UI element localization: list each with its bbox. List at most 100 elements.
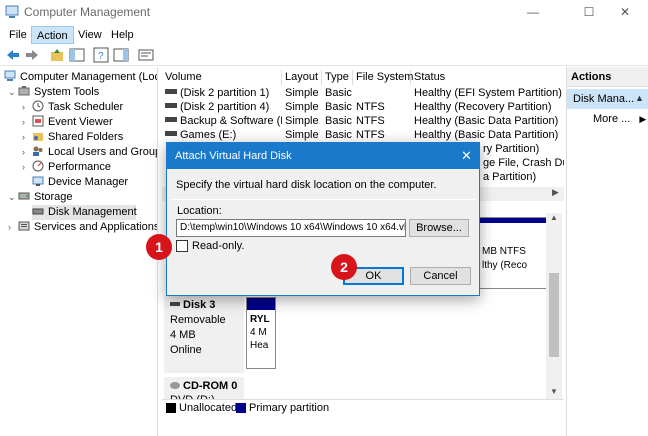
tree-item-system-tools[interactable]: ⌄ System Tools xyxy=(8,85,99,100)
disk-management-icon xyxy=(32,208,44,215)
primary-partition-swatch xyxy=(236,403,246,413)
up-folder-icon[interactable] xyxy=(49,47,65,63)
menu-view[interactable]: View xyxy=(73,26,107,44)
cell-status: Healthy (Basic Data Partition) xyxy=(414,129,559,141)
tree-item-root[interactable]: Computer Management (Local xyxy=(4,70,157,85)
partition-status-label: lthy (Reco xyxy=(482,260,528,271)
scroll-up-icon[interactable]: ▲ xyxy=(550,213,558,222)
location-label: Location: xyxy=(177,205,222,217)
tree-item-task-scheduler[interactable]: › Task Scheduler xyxy=(22,100,123,115)
services-icon xyxy=(18,221,30,231)
menu-help[interactable]: Help xyxy=(106,26,139,44)
column-header-type[interactable]: Type xyxy=(322,70,353,85)
scrollbar-thumb[interactable] xyxy=(549,273,559,357)
actions-disk-management[interactable]: Disk Mana... ▲ xyxy=(567,89,648,109)
actions-more[interactable]: More ... ▶ xyxy=(593,113,646,125)
callout-badge-2: 2 xyxy=(331,254,357,280)
scroll-down-icon[interactable]: ▼ xyxy=(550,387,558,396)
cell-type: Basic xyxy=(325,87,352,99)
chevron-down-icon[interactable]: ⌄ xyxy=(8,85,18,100)
properties-icon[interactable] xyxy=(138,47,154,63)
dialog-close-icon[interactable]: ✕ xyxy=(461,148,472,164)
chevron-right-icon[interactable]: › xyxy=(22,130,32,145)
minimize-button[interactable]: — xyxy=(510,0,556,24)
tree-label-services: Services and Applications xyxy=(34,221,158,233)
cdrom-info[interactable]: CD-ROM 0 DVD (D:) xyxy=(164,377,244,399)
tree-label-shared-folders: Shared Folders xyxy=(48,131,124,143)
cdrom-title: CD-ROM 0 xyxy=(170,380,237,392)
divider xyxy=(171,199,476,200)
location-input[interactable]: D:\temp\win10\Windows 10 x64\Windows 10 … xyxy=(176,219,406,237)
column-header-layout[interactable]: Layout xyxy=(282,70,322,85)
cell-status: Healthy (EFI System Partition) xyxy=(414,87,562,99)
tree-item-disk-management[interactable]: Disk Management xyxy=(32,205,137,220)
menu-action[interactable]: Action xyxy=(31,26,74,44)
back-arrow-icon[interactable] xyxy=(5,47,21,63)
title-bar: Computer Management — ☐ ✕ xyxy=(0,0,648,24)
chevron-right-icon[interactable]: › xyxy=(22,160,32,175)
cell-volume: (Disk 2 partition 1) xyxy=(162,86,282,100)
chevron-right-icon[interactable]: › xyxy=(22,100,32,115)
device-manager-icon xyxy=(32,176,44,186)
vertical-scrollbar[interactable]: ▲ ▼ xyxy=(546,213,562,399)
close-button[interactable]: ✕ xyxy=(602,0,648,24)
primary-partition-bar xyxy=(247,298,275,310)
window-title: Computer Management xyxy=(24,5,151,19)
column-header-status[interactable]: Status xyxy=(411,70,564,85)
dialog-instruction: Specify the virtual hard disk location o… xyxy=(176,179,437,191)
actions-header: Actions xyxy=(567,67,648,87)
column-header-filesystem[interactable]: File System xyxy=(353,70,413,85)
unallocated-swatch xyxy=(166,403,176,413)
disk-3-info[interactable]: Disk 3 Removable 4 MB Online xyxy=(164,295,244,373)
toolbar: ? xyxy=(0,44,648,66)
readonly-checkbox[interactable] xyxy=(176,240,188,252)
computer-management-icon xyxy=(5,5,19,18)
tree-item-storage[interactable]: ⌄ Storage xyxy=(8,190,73,205)
help-icon[interactable]: ? xyxy=(93,47,109,63)
dialog-title-bar: Attach Virtual Hard Disk ✕ xyxy=(167,143,479,169)
cell-status: Healthy (Recovery Partition) xyxy=(414,101,552,113)
storage-icon xyxy=(18,192,30,200)
readonly-label: Read-only. xyxy=(192,240,245,252)
cell-volume: Backup & Software (F:) xyxy=(162,114,282,128)
show-hide-tree-icon[interactable] xyxy=(69,47,85,63)
tree-item-device-manager[interactable]: Device Manager xyxy=(32,175,128,190)
forward-arrow-icon[interactable] xyxy=(24,47,40,63)
tree-item-local-users[interactable]: › Local Users and Groups xyxy=(22,145,158,160)
cell-layout: Simple xyxy=(285,129,319,141)
users-icon xyxy=(33,146,43,156)
actions-more-label: More ... xyxy=(593,113,631,125)
actions-pane: Actions Disk Mana... ▲ More ... ▶ xyxy=(566,67,648,436)
column-header-volume[interactable]: Volume xyxy=(162,70,282,85)
chevron-right-icon[interactable]: › xyxy=(8,220,18,235)
collapse-up-icon[interactable]: ▲ xyxy=(635,93,644,103)
chevron-right-icon[interactable]: › xyxy=(22,145,32,160)
cancel-button[interactable]: Cancel xyxy=(410,267,471,285)
cdrom-icon xyxy=(170,382,180,389)
table-row[interactable]: (Disk 2 partition 1) Simple Basic Health… xyxy=(162,86,564,100)
disk-3-type: Removable xyxy=(170,314,226,326)
tree-item-event-viewer[interactable]: › Event Viewer xyxy=(22,115,113,130)
chevron-right-icon[interactable]: › xyxy=(22,115,32,130)
tree-label-performance: Performance xyxy=(48,161,111,173)
browse-button[interactable]: Browse... xyxy=(409,219,469,237)
tree-item-performance[interactable]: › Performance xyxy=(22,160,111,175)
tree-item-shared-folders[interactable]: › Shared Folders xyxy=(22,130,123,145)
tree-item-services[interactable]: › Services and Applications xyxy=(8,220,158,235)
partition-block[interactable]: MB NTFS lthy (Reco xyxy=(478,217,548,289)
disk-3-partition[interactable]: RYL 4 M Hea xyxy=(246,297,276,369)
disk-3-title: Disk 3 xyxy=(170,299,215,311)
partition-name: RYL xyxy=(250,314,270,325)
chevron-down-icon[interactable]: ⌄ xyxy=(8,190,18,205)
menu-file[interactable]: File xyxy=(4,26,32,44)
cell-type: Basic xyxy=(325,129,352,141)
scroll-right-icon[interactable]: ▶ xyxy=(552,187,559,198)
show-hide-action-pane-icon[interactable] xyxy=(113,47,129,63)
cell-volume: Games (E:) xyxy=(162,128,282,142)
dialog-title: Attach Virtual Hard Disk xyxy=(175,150,292,162)
table-row[interactable]: (Disk 2 partition 4) Simple Basic NTFS H… xyxy=(162,100,564,114)
tree-label-local-users: Local Users and Groups xyxy=(48,146,158,158)
table-row[interactable]: Games (E:) Simple Basic NTFS Healthy (Ba… xyxy=(162,128,564,142)
table-row[interactable]: Backup & Software (F:) Simple Basic NTFS… xyxy=(162,114,564,128)
volume-icon xyxy=(165,117,177,122)
